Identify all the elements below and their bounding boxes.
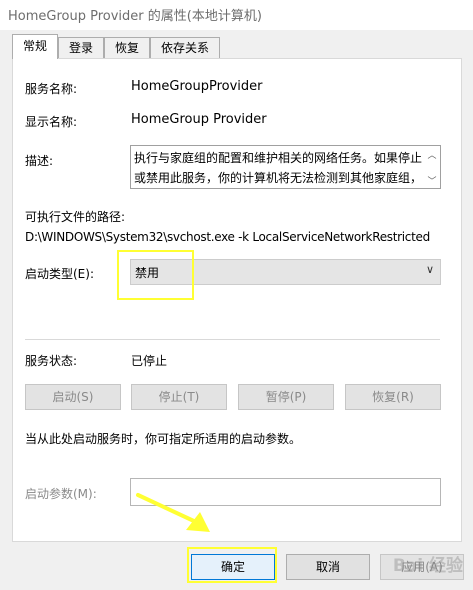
annotation-arrow-icon xyxy=(136,493,210,532)
watermark: Bai 经验 xyxy=(392,556,463,576)
